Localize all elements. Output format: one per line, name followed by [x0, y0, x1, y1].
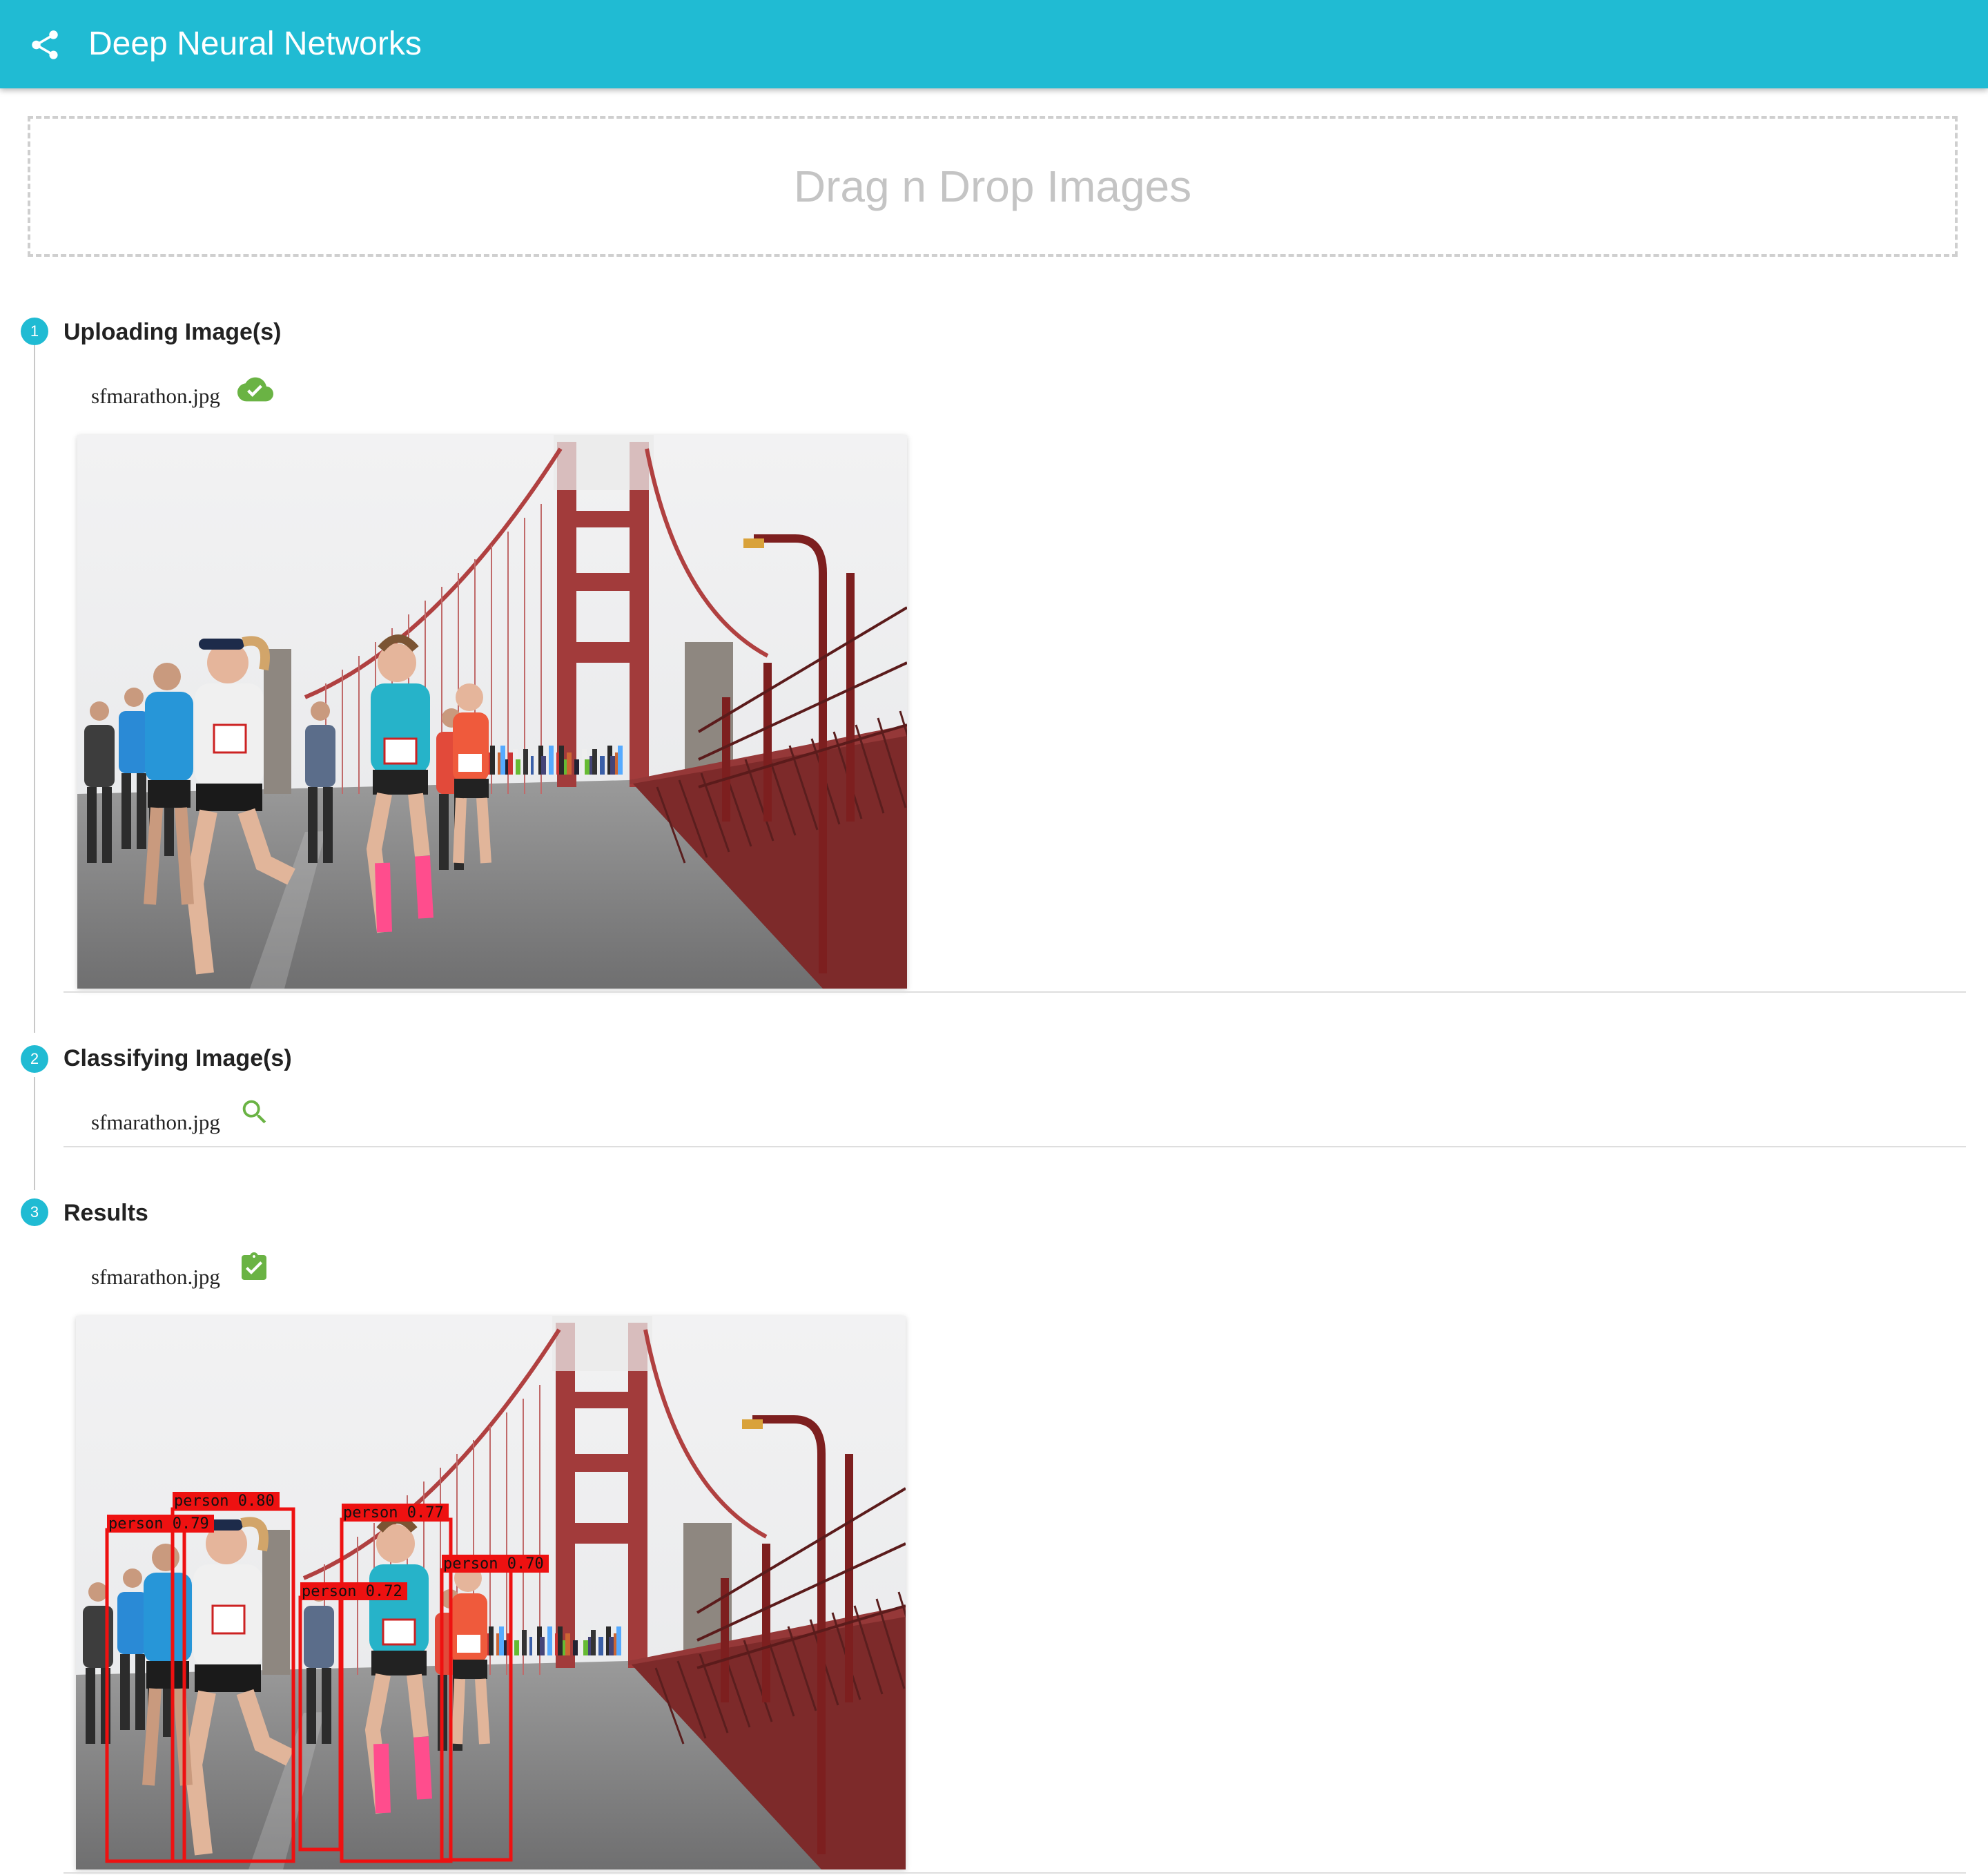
- cloud-done-icon: [237, 377, 273, 402]
- image-dropzone[interactable]: Drag n Drop Images: [28, 116, 1958, 257]
- step-2-number: 2: [21, 1045, 48, 1073]
- app-title: Deep Neural Networks: [88, 26, 422, 62]
- step-1-label: Uploading Image(s): [64, 319, 282, 345]
- detection-label: person 0.72: [302, 1583, 402, 1600]
- step-connector-2: [34, 1077, 35, 1190]
- step-2-divider: [64, 1146, 1966, 1147]
- step-1-divider: [64, 991, 1966, 993]
- assignment-turned-in-icon: [242, 1252, 266, 1280]
- detection-label: person 0.77: [343, 1504, 444, 1522]
- detection-label: person 0.80: [174, 1493, 275, 1510]
- step-3-divider: [64, 1872, 1966, 1874]
- result-image: person 0.80 person 0.79 person 0.77 person …: [76, 1316, 906, 1869]
- step-1-number: 1: [21, 318, 48, 345]
- upload-file-name: sfmarathon.jpg: [91, 384, 220, 408]
- detection-label: person 0.79: [108, 1515, 209, 1533]
- step-3-label: Results: [64, 1200, 148, 1226]
- step-2-label: Classifying Image(s): [64, 1045, 292, 1071]
- result-file-name: sfmarathon.jpg: [91, 1265, 220, 1289]
- dropzone-label: Drag n Drop Images: [793, 162, 1192, 211]
- search-icon: [242, 1100, 266, 1124]
- app-bar: Deep Neural Networks: [0, 0, 1988, 88]
- classify-file-name: sfmarathon.jpg: [91, 1110, 220, 1134]
- step-connector-1: [34, 345, 35, 1033]
- step-3-number: 3: [21, 1198, 48, 1226]
- share-icon[interactable]: [28, 28, 62, 62]
- detection-label: person 0.70: [443, 1555, 544, 1573]
- uploaded-image: [77, 435, 907, 989]
